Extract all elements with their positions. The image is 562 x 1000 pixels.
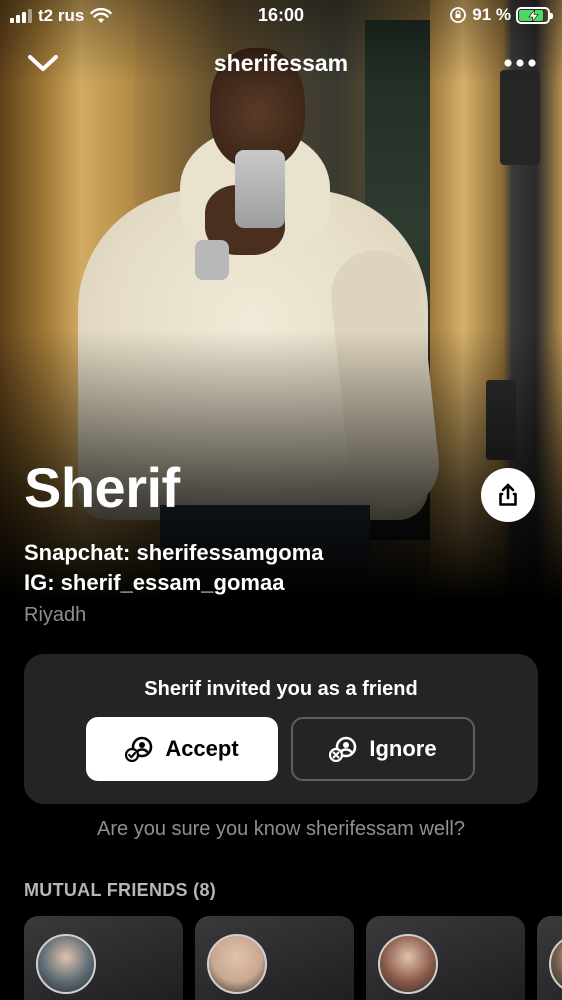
add-friend-icon (125, 736, 153, 762)
mutual-friend-card[interactable] (24, 916, 183, 1000)
battery-tip (550, 12, 553, 19)
avatar (36, 934, 96, 994)
profile-screen: t2 rus 16:00 91 % sherifessam Sherif Sna… (0, 0, 562, 1000)
profile-header: sherifessam (0, 40, 562, 86)
ignore-label: Ignore (369, 736, 437, 761)
friend-invite-card: Sherif invited you as a friend Accept Ig… (24, 654, 538, 804)
invite-confirm-text: Are you sure you know sherifessam well? (97, 818, 465, 840)
more-icon[interactable] (500, 48, 540, 78)
avatar (378, 934, 438, 994)
accept-button[interactable]: Accept (86, 717, 278, 781)
share-button[interactable] (481, 468, 535, 522)
profile-display-name: Sherif (24, 456, 180, 519)
mutual-friend-card[interactable] (195, 916, 354, 1000)
mutual-friend-card[interactable] (537, 916, 562, 1000)
battery-percent: 91 % (472, 5, 511, 24)
mutual-friends-list (24, 916, 562, 1000)
status-bar: t2 rus 16:00 91 % (0, 0, 562, 34)
ignore-friend-icon (329, 736, 357, 762)
charging-bolt-icon (528, 9, 539, 22)
mutual-friends-header: MUTUAL FRIENDS (8) (24, 880, 217, 900)
share-icon (499, 483, 517, 506)
profile-username: sherifessam (213, 50, 349, 76)
battery-icon (516, 6, 553, 24)
status-right: 91 % (449, 5, 553, 25)
profile-location: Riyadh (24, 604, 87, 626)
profile-bio: Snapchat: sherifessamgoma IG: sherif_ess… (24, 538, 544, 630)
avatar (207, 934, 267, 994)
avatar (549, 934, 562, 994)
bio-line-instagram: IG: sherif_essam_gomaa (24, 570, 285, 595)
orientation-lock-icon (450, 7, 467, 23)
invite-title: Sherif invited you as a friend (144, 678, 418, 700)
accept-label: Accept (165, 736, 239, 761)
ignore-button[interactable]: Ignore (291, 717, 475, 781)
bio-line-snapchat: Snapchat: sherifessamgoma (24, 540, 324, 565)
mutual-friend-card[interactable] (366, 916, 525, 1000)
